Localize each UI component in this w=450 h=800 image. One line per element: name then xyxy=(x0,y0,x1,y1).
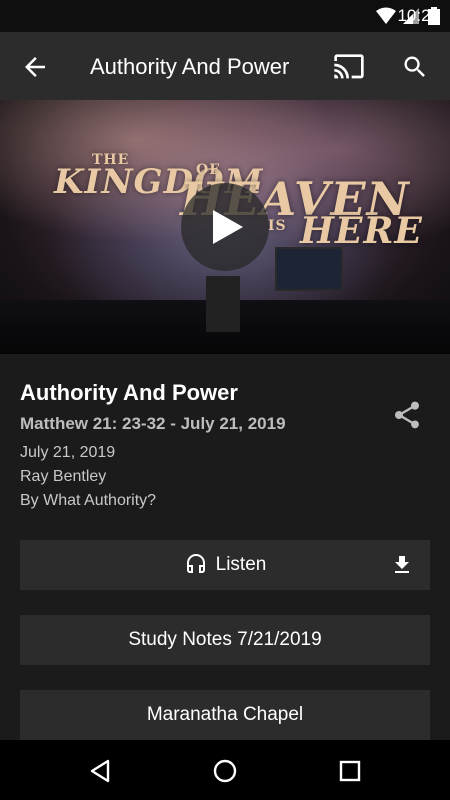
podium xyxy=(206,276,240,332)
share-button[interactable] xyxy=(391,398,423,432)
cast-button[interactable] xyxy=(333,53,365,81)
status-time: 10:26 xyxy=(397,6,440,25)
home-circle-icon[interactable] xyxy=(212,758,238,784)
sermon-date: July 21, 2019 xyxy=(20,444,116,461)
share-icon xyxy=(395,401,419,429)
app-bar: Authority And Power xyxy=(0,32,450,100)
system-nav-bar xyxy=(0,740,450,800)
listen-button-content: Listen xyxy=(184,553,267,577)
sermon-title: Authority And Power xyxy=(20,380,238,405)
download-icon[interactable] xyxy=(390,553,414,577)
search-icon xyxy=(404,56,425,77)
listen-button[interactable]: Listen xyxy=(20,540,430,590)
study-notes-label: Study Notes 7/21/2019 xyxy=(128,629,322,650)
sermon-speaker: Ray Bentley xyxy=(20,468,107,485)
sermon-info: Authority And Power Matthew 21: 23-32 - … xyxy=(20,380,430,516)
sermon-scripture: Matthew 21: 23-32 - July 21, 2019 xyxy=(20,414,286,433)
play-icon xyxy=(213,210,243,244)
video-player[interactable]: THE KINGDOM OF HEAVEN IS HERE xyxy=(0,100,450,354)
status-bar: 10:26 xyxy=(0,0,450,32)
headphones-icon xyxy=(186,554,205,573)
search-button[interactable] xyxy=(401,53,429,81)
stage-screen xyxy=(275,247,343,291)
chapel-button[interactable]: Maranatha Chapel xyxy=(20,690,430,740)
study-notes-button[interactable]: Study Notes 7/21/2019 xyxy=(20,615,430,665)
arrow-back-icon xyxy=(25,57,45,77)
sermon-series: By What Authority? xyxy=(20,492,157,509)
cast-icon xyxy=(334,54,364,79)
listen-label: Listen xyxy=(215,554,267,575)
app-bar-title: Authority And Power xyxy=(90,54,290,79)
chapel-label: Maranatha Chapel xyxy=(146,704,304,725)
artwork-text: HERE xyxy=(300,210,423,252)
play-button[interactable] xyxy=(181,183,269,271)
recents-square-icon[interactable] xyxy=(337,758,363,784)
artwork-text: IS xyxy=(268,218,287,234)
back-triangle-icon[interactable] xyxy=(88,758,114,784)
back-button[interactable] xyxy=(20,52,50,82)
wifi-icon xyxy=(376,7,396,24)
